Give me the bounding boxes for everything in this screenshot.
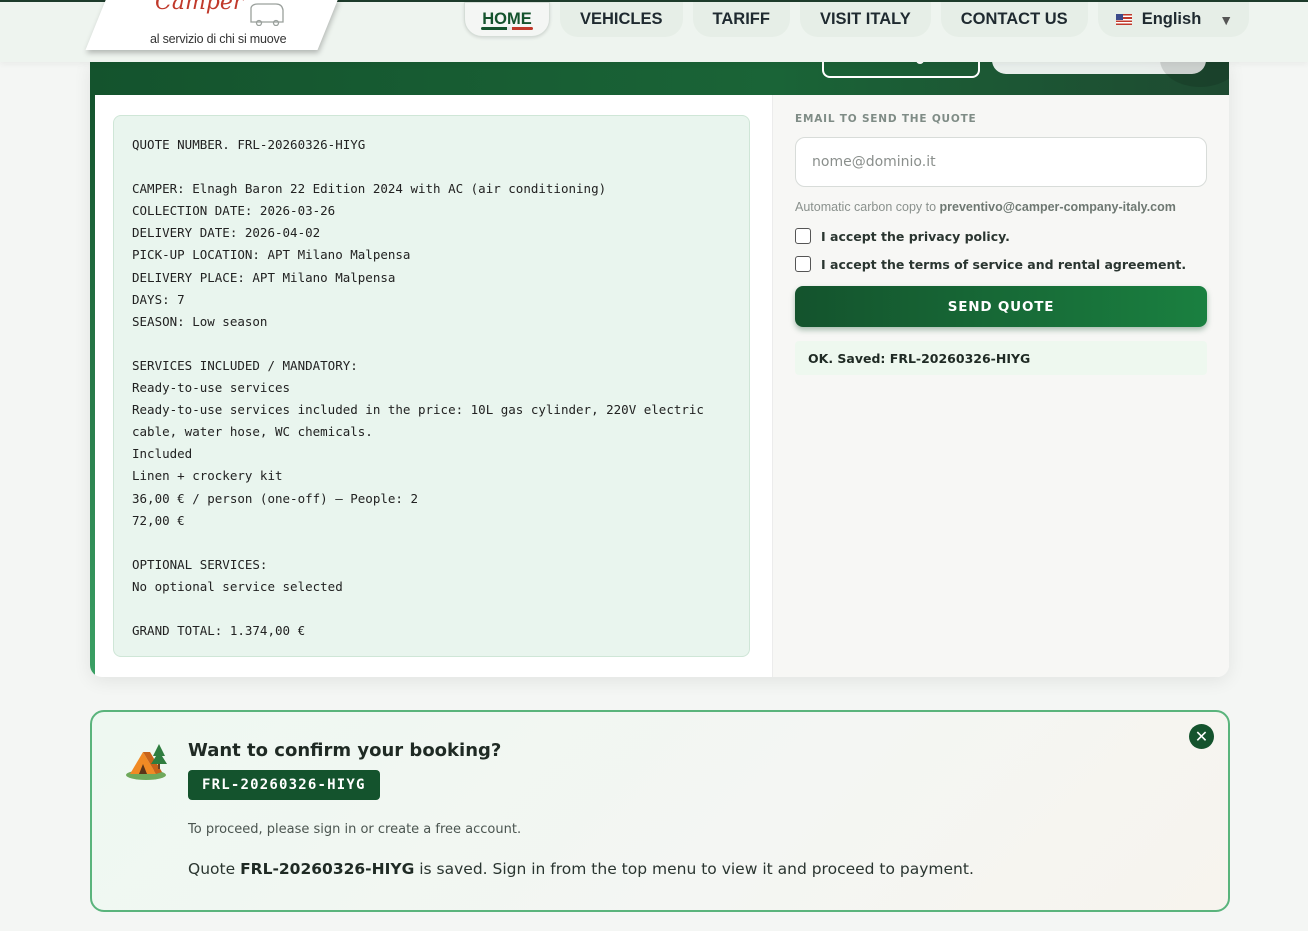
nav-tariff-label: TARIFF (712, 10, 770, 28)
booking-confirm-banner: Want to confirm your booking? FRL-202603… (90, 710, 1230, 912)
search-icon (916, 62, 924, 64)
terms-label: I accept the terms of service and rental… (821, 256, 1187, 272)
flag-us-icon (1115, 14, 1132, 25)
saved-status-message: OK. Saved: FRL-20260326-HIYG (795, 341, 1207, 375)
nav-vehicles-label: VEHICLES (580, 10, 663, 28)
logo-wordmark[interactable]: Camper (155, 0, 243, 15)
terms-consent[interactable]: I accept the terms of service and rental… (795, 256, 1207, 272)
quote-card-header (90, 62, 1229, 95)
header-decoration (1160, 62, 1229, 87)
email-field-label: EMAIL TO SEND THE QUOTE (795, 113, 977, 125)
cc-email: preventivo@camper-company-italy.com (939, 200, 1176, 214)
quote-summary-text: QUOTE NUMBER. FRL-20260326-HIYG CAMPER: … (113, 115, 750, 657)
quote-code-badge: FRL-20260326-HIYG (188, 770, 380, 800)
send-quote-button[interactable]: SEND QUOTE (795, 286, 1207, 327)
nav-vehicles[interactable]: VEHICLES (560, 2, 683, 37)
cc-note-prefix: Automatic carbon copy to (795, 200, 937, 214)
saved-code: FRL-20260326-HIYG (240, 860, 415, 878)
privacy-label: I accept the privacy policy. (821, 228, 1010, 244)
nav-home[interactable]: HOME (464, 2, 550, 37)
terms-checkbox[interactable] (795, 256, 811, 272)
cc-note: Automatic carbon copy to preventivo@camp… (795, 200, 1207, 214)
language-selector[interactable]: English ▼ (1097, 2, 1250, 37)
nav-tariff[interactable]: TARIFF (692, 2, 790, 37)
privacy-checkbox[interactable] (795, 228, 811, 244)
quote-card-body: QUOTE NUMBER. FRL-20260326-HIYG CAMPER: … (95, 95, 1229, 677)
main-menu: HOME VEHICLES TARIFF VISIT ITALY CONTACT… (464, 2, 1250, 38)
banner-instruction: To proceed, please sign in or create a f… (188, 822, 522, 837)
camper-logo-icon (250, 3, 284, 26)
privacy-consent[interactable]: I accept the privacy policy. (795, 228, 1207, 244)
chevron-down-icon: ▼ (1219, 11, 1234, 28)
banner-saved-notice: Quote FRL-20260326-HIYG is saved. Sign i… (188, 860, 974, 878)
tent-icon (126, 744, 167, 780)
quote-card: QUOTE NUMBER. FRL-20260326-HIYG CAMPER: … (90, 62, 1229, 677)
language-label: English (1141, 10, 1202, 28)
quote-summary-pane: QUOTE NUMBER. FRL-20260326-HIYG CAMPER: … (95, 95, 772, 677)
nav-contact-us[interactable]: CONTACT US (940, 2, 1088, 37)
active-tab-underline (481, 27, 533, 30)
nav-visit-italy-label: VISIT ITALY (819, 10, 911, 28)
top-navigation-bar: Camper al servizio di chi si muove HOME … (0, 0, 1308, 62)
saved-prefix: Quote (188, 860, 236, 878)
logo-tagline: al servizio di chi si muove (150, 32, 287, 46)
close-icon[interactable]: ✕ (1189, 724, 1214, 749)
email-field[interactable] (795, 137, 1207, 187)
send-quote-form: EMAIL TO SEND THE QUOTE Automatic carbon… (772, 95, 1229, 677)
banner-title: Want to confirm your booking? (188, 740, 502, 761)
nav-contact-us-label: CONTACT US (960, 10, 1068, 28)
header-outline-button[interactable] (822, 62, 980, 78)
saved-suffix: is saved. Sign in from the top menu to v… (419, 860, 974, 878)
nav-visit-italy[interactable]: VISIT ITALY (799, 2, 931, 37)
